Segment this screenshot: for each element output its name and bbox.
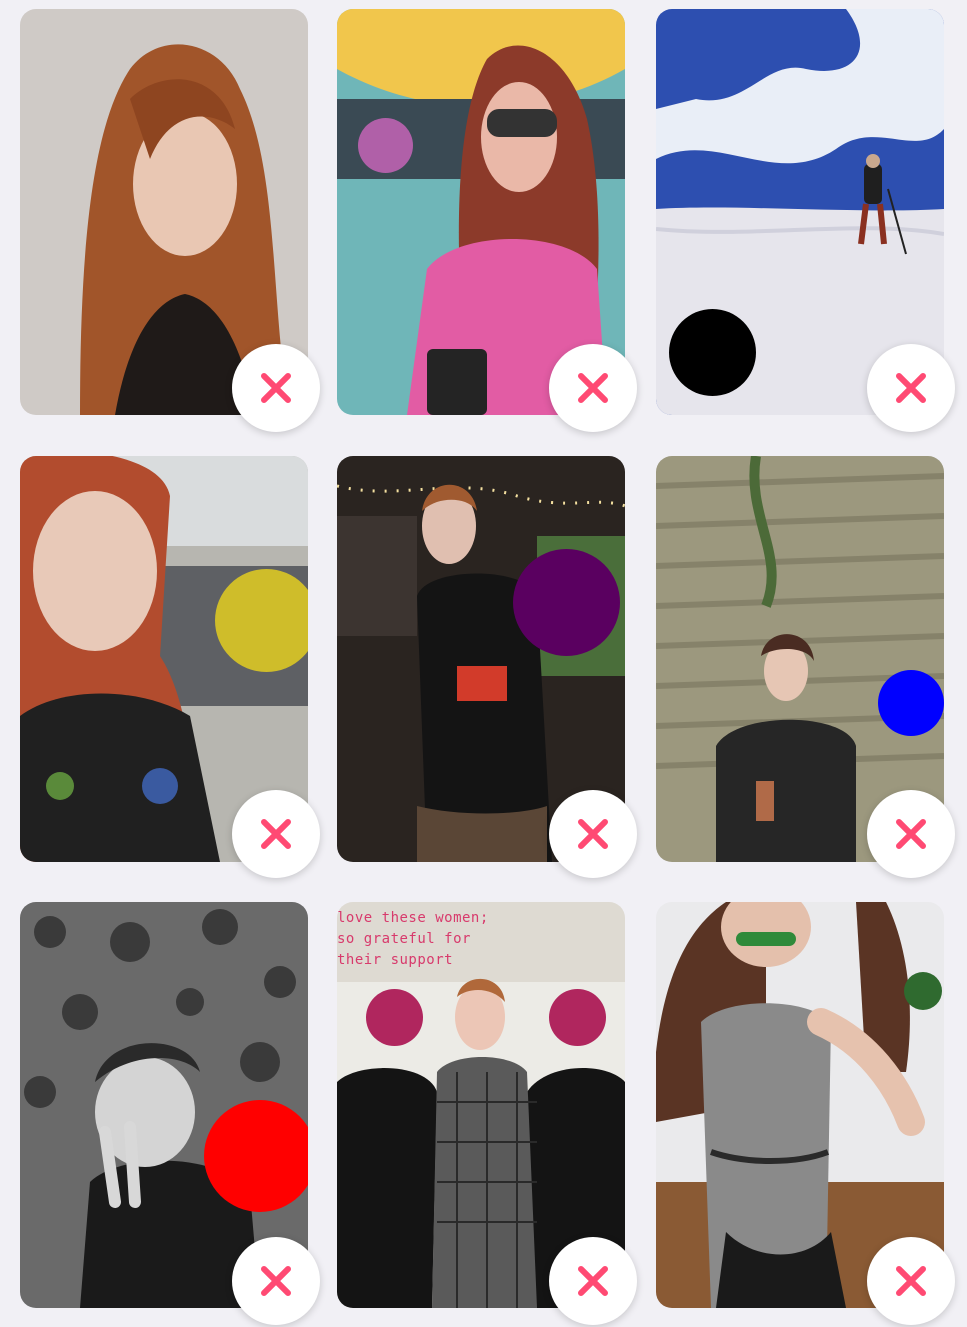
remove-photo-button-6[interactable] bbox=[867, 790, 955, 878]
close-icon bbox=[896, 819, 926, 849]
close-icon bbox=[261, 1266, 291, 1296]
close-icon bbox=[261, 373, 291, 403]
close-icon bbox=[578, 373, 608, 403]
close-icon bbox=[896, 373, 926, 403]
close-icon bbox=[896, 1266, 926, 1296]
privacy-dot-3 bbox=[669, 309, 756, 396]
privacy-dot-7 bbox=[204, 1100, 308, 1212]
remove-photo-button-3[interactable] bbox=[867, 344, 955, 432]
privacy-dot-9 bbox=[904, 972, 942, 1010]
remove-photo-button-1[interactable] bbox=[232, 344, 320, 432]
remove-photo-button-4[interactable] bbox=[232, 790, 320, 878]
remove-photo-button-8[interactable] bbox=[549, 1237, 637, 1325]
remove-photo-button-9[interactable] bbox=[867, 1237, 955, 1325]
remove-photo-button-5[interactable] bbox=[549, 790, 637, 878]
privacy-dot-8b bbox=[549, 989, 606, 1046]
privacy-dot-2 bbox=[358, 118, 413, 173]
privacy-dot-8a bbox=[366, 989, 423, 1046]
privacy-dot-4 bbox=[215, 569, 308, 672]
close-icon bbox=[578, 1266, 608, 1296]
close-icon bbox=[261, 819, 291, 849]
remove-photo-button-7[interactable] bbox=[232, 1237, 320, 1325]
remove-photo-button-2[interactable] bbox=[549, 344, 637, 432]
close-icon bbox=[578, 819, 608, 849]
story-caption: love these women; so grateful for their … bbox=[337, 910, 489, 968]
privacy-dot-5 bbox=[513, 549, 620, 656]
privacy-dot-6 bbox=[878, 670, 944, 736]
